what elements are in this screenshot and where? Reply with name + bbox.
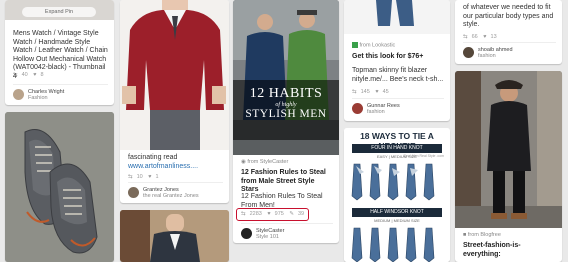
avatar[interactable] (128, 187, 139, 198)
expand-pin-button[interactable]: Expand Pin (22, 7, 96, 17)
board-name[interactable]: fashion (478, 53, 496, 59)
knot-2-header: HALF WINDSOR KNOT (352, 208, 442, 217)
overlay-title: 12 HABITS (249, 86, 323, 101)
pinner-info[interactable]: Grantez Jones the real Grantez Jones (128, 182, 223, 201)
column-1: Expand Pin Mens Watch / Vintage Style Wa… (5, 0, 114, 262)
necktie-infographic[interactable]: 18 WAYS TO TIE A NECKTIE FOUR IN HAND KN… (344, 128, 450, 262)
heart-icon: ♥ (375, 89, 379, 95)
pin-card-suit[interactable] (120, 210, 229, 262)
overlay-title-2: STYLISH MEN (245, 108, 327, 120)
avatar[interactable] (13, 89, 24, 100)
lookastic-logo-icon (352, 42, 358, 48)
source-label[interactable]: from Lookastic (360, 42, 396, 48)
source-link[interactable]: www.artofmanliness.... (128, 163, 198, 170)
pin-card-street-fashion[interactable]: ■ from Blogfree Street-fashion-is-everyt… (455, 71, 562, 262)
pin-title[interactable]: Street-fashion-is-everything: (463, 242, 556, 259)
pin-stats: ⇆ 2283 ♥ 975 ✎ 39 (241, 211, 308, 217)
pin-stats: ⇆ 66 ♥ 13 (463, 34, 501, 40)
column-2: fascinating read www.artofmanliness.... … (120, 0, 229, 262)
knot-2-sub: MEDIUM | MEDIUM SIZE (374, 218, 420, 223)
board-name[interactable]: Fashion (28, 95, 48, 101)
source-label[interactable]: from Blogfree (468, 232, 501, 238)
shoes-image[interactable] (5, 112, 114, 262)
avatar[interactable] (463, 47, 474, 58)
column-5: of whatever we needed to fit our particu… (455, 0, 562, 262)
like-count: 1 (155, 174, 159, 180)
pin-card-lookastic[interactable]: from Lookastic Get this look for $76+ To… (344, 0, 450, 121)
pin-title[interactable]: 12 Fashion Rules to Steal from Male Stre… (241, 169, 333, 195)
heart-icon: ♥ (267, 211, 271, 217)
pin-card-watch[interactable]: Expand Pin Mens Watch / Vintage Style Wa… (5, 0, 114, 105)
habits-image[interactable]: 12 HABITS of highly STYLISH MEN (233, 0, 339, 155)
repin-icon: ⇆ (13, 72, 18, 78)
man-in-suit-graphic (120, 210, 229, 262)
pin-description: fascinating read www.artofmanliness.... (128, 154, 223, 171)
pin-card-sweater[interactable]: fascinating read www.artofmanliness.... … (120, 0, 229, 203)
pin-desc-text: fascinating read (128, 154, 178, 161)
pin-source[interactable]: from Lookastic (352, 42, 444, 49)
like-count: 975 (274, 211, 284, 217)
pin-description: of whatever we needed to fit our particu… (463, 4, 554, 29)
source-icon: ■ (463, 232, 467, 238)
pin-source[interactable]: ■ from Blogfree (463, 232, 556, 239)
avatar[interactable] (352, 103, 363, 114)
man-in-red-sweater-graphic (120, 0, 229, 150)
repin-count: 40 (21, 72, 28, 78)
sweater-image[interactable] (120, 0, 229, 150)
heart-icon: ♥ (148, 174, 152, 180)
sneakers-graphic (5, 112, 114, 262)
source-label[interactable]: from StyleCaster (247, 159, 288, 165)
pinner-info[interactable]: StyleCaster Style 101 (241, 223, 333, 242)
repin-icon: ⇆ (241, 211, 246, 217)
knot-1-name: FOUR IN HAND KNOT (371, 145, 423, 151)
pin-card-body-types[interactable]: of whatever we needed to fit our particu… (455, 0, 562, 64)
repin-icon: ⇆ (352, 89, 357, 95)
tie-steps-graphic-2 (351, 227, 435, 262)
avatar[interactable] (241, 228, 252, 239)
jeans-graphic (344, 0, 450, 34)
heart-icon: ♥ (483, 34, 487, 40)
column-4: from Lookastic Get this look for $76+ To… (344, 0, 450, 262)
repin-count: 145 (360, 89, 370, 95)
comment-count: 39 (297, 211, 305, 217)
pin-title[interactable]: Get this look for $76+ (352, 53, 444, 62)
tie-steps-graphic (351, 163, 435, 201)
repin-count: 2283 (249, 211, 262, 217)
board-name[interactable]: fashion (367, 109, 385, 115)
knot-2-name: HALF WINDSOR KNOT (370, 209, 424, 215)
pin-stats: ⇆ 145 ♥ 45 (352, 89, 393, 95)
brand-label: Real Men Real Style .com (403, 154, 444, 158)
pin-card-shoes[interactable] (5, 112, 114, 262)
pin-description: Topman skinny fit blazer nityle.me/... B… (352, 67, 444, 83)
repin-count: 66 (471, 34, 478, 40)
pinner-info[interactable]: Gunnar Rees fashion (352, 98, 444, 117)
heart-icon: ♥ (33, 72, 37, 78)
like-count: 45 (382, 89, 389, 95)
habits-overlay: 12 HABITS of highly STYLISH MEN (233, 80, 339, 140)
suit-image[interactable] (120, 210, 229, 262)
pin-card-habits[interactable]: 12 HABITS of highly STYLISH MEN ◉ from S… (233, 0, 339, 243)
repin-icon: ⇆ (463, 34, 468, 40)
comment-icon: ✎ (289, 211, 294, 217)
repin-count: 10 (136, 174, 143, 180)
pinner-info[interactable]: shoaib ahmed fashion (463, 42, 556, 61)
knot-1-header: FOUR IN HAND KNOT (352, 144, 442, 153)
like-count: 8 (40, 72, 44, 78)
pin-source[interactable]: ◉ from StyleCaster (241, 159, 333, 166)
like-count: 13 (490, 34, 497, 40)
board-name[interactable]: Style 101 (256, 234, 279, 240)
pin-image-top[interactable]: Expand Pin (5, 0, 114, 20)
pin-stats: ⇆ 10 ♥ 1 (128, 174, 163, 180)
lookastic-image[interactable] (344, 0, 450, 34)
pinner-info[interactable]: Charles Wright Fashion (13, 84, 108, 103)
man-in-coat-graphic (455, 71, 562, 228)
pin-stats: ⇆ 40 ♥ 8 (13, 72, 48, 78)
pin-card-necktie[interactable]: 18 WAYS TO TIE A NECKTIE FOUR IN HAND KN… (344, 128, 450, 262)
repin-icon: ⇆ (128, 174, 133, 180)
street-fashion-image[interactable] (455, 71, 562, 228)
source-icon: ◉ (241, 159, 246, 165)
column-3: 12 HABITS of highly STYLISH MEN ◉ from S… (233, 0, 339, 258)
board-name[interactable]: the real Grantez Jones (143, 193, 199, 199)
